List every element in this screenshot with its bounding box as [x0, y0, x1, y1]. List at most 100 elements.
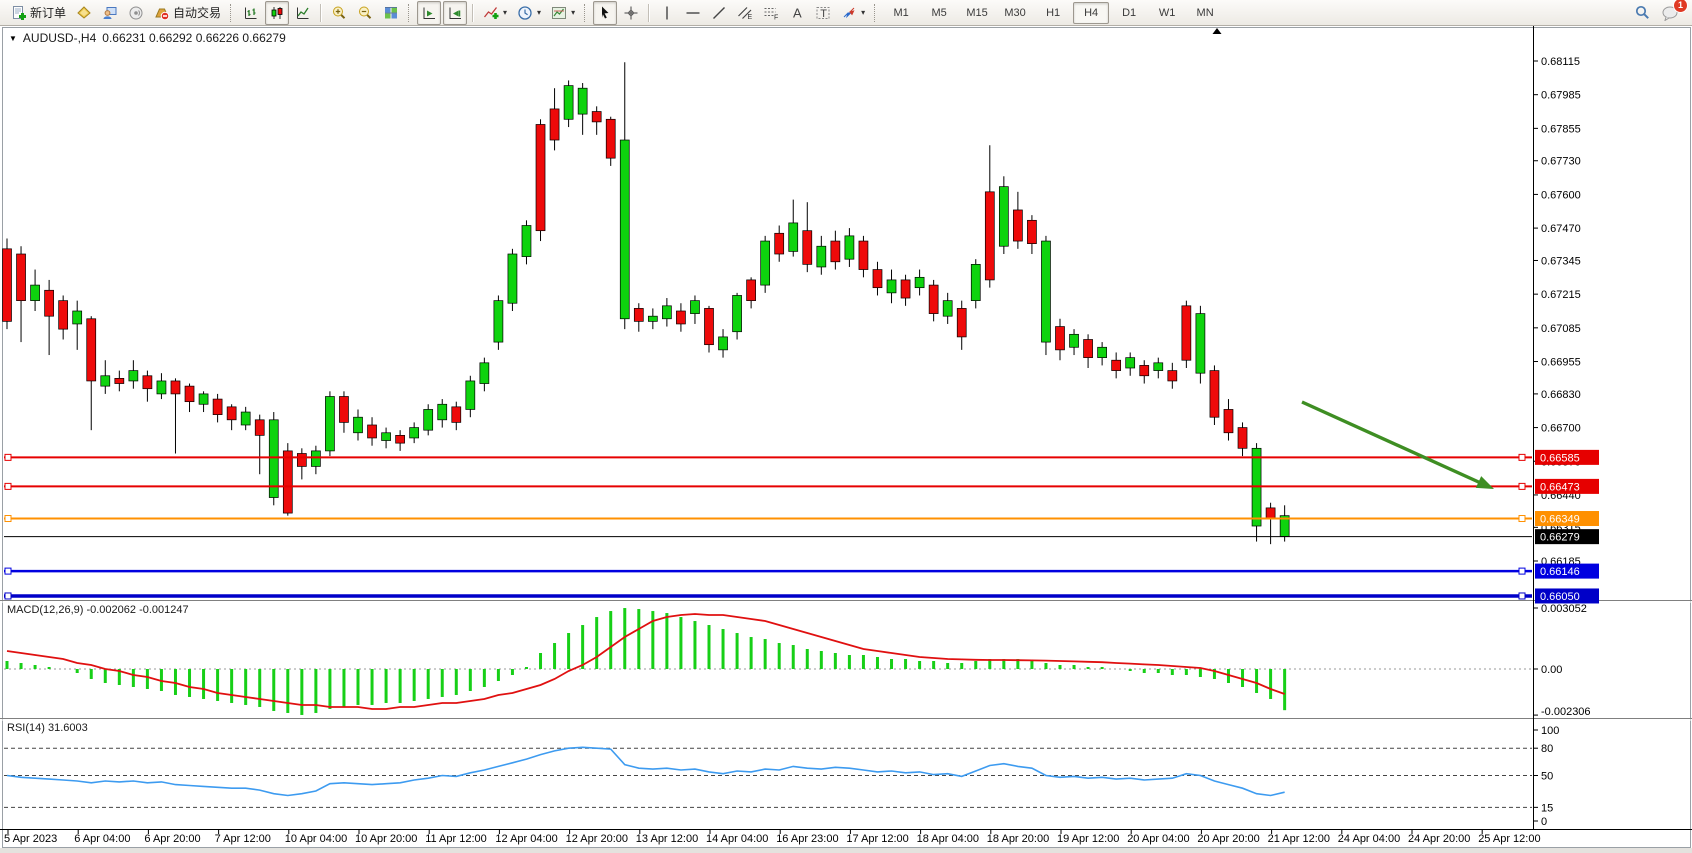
text-label-icon: T: [815, 5, 831, 21]
line-anchor-marker[interactable]: [5, 454, 11, 460]
candle-body: [845, 236, 854, 259]
candle-body: [550, 109, 559, 140]
candle-body: [1154, 363, 1163, 371]
auto-scroll-button[interactable]: [417, 1, 441, 25]
price-line-label: 0.66050: [1540, 591, 1580, 603]
candle-body: [171, 381, 180, 394]
candle-body: [620, 140, 629, 319]
candlestick-chart-button[interactable]: [265, 1, 289, 25]
bar-chart-button[interactable]: [239, 1, 263, 25]
chart-canvas[interactable]: 0.681150.679850.678550.677300.676000.674…: [0, 26, 1692, 853]
timeframe-button-m30[interactable]: M30: [997, 2, 1033, 24]
svg-text:F: F: [774, 14, 778, 21]
timeframe-button-m15[interactable]: M15: [959, 2, 995, 24]
candle-body: [705, 308, 714, 344]
fibonacci-button[interactable]: F: [759, 1, 783, 25]
timeframe-button-mn[interactable]: MN: [1187, 2, 1223, 24]
candle-body: [1098, 347, 1107, 357]
candle-body: [985, 192, 994, 280]
price-tick-label: 0.67470: [1541, 223, 1581, 235]
chart-dropdown-icon[interactable]: ▼: [9, 34, 17, 43]
auto-scroll-icon: [421, 5, 437, 21]
horizontal-line-button[interactable]: [681, 1, 705, 25]
periods-button[interactable]: ▾: [513, 1, 545, 25]
price-tick-label: 0.67345: [1541, 255, 1581, 267]
terminal-person-icon: [102, 5, 118, 21]
ohlc-bars-icon: [243, 5, 259, 21]
indicators-button[interactable]: ▾: [479, 1, 511, 25]
line-anchor-marker[interactable]: [5, 483, 11, 489]
cursor-button[interactable]: [593, 1, 617, 25]
crosshair-icon: [623, 5, 639, 21]
new-order-button[interactable]: 新订单: [7, 1, 70, 25]
crosshair-button[interactable]: [619, 1, 643, 25]
text-button[interactable]: A: [785, 1, 809, 25]
candle-body: [185, 386, 194, 402]
chart-shift-button[interactable]: [443, 1, 467, 25]
price-tick-label: 0.67215: [1541, 289, 1581, 301]
timeframe-button-h4[interactable]: H4: [1073, 2, 1109, 24]
community-button[interactable]: [124, 1, 148, 25]
candle-body: [73, 311, 82, 324]
candle-body: [410, 428, 419, 438]
line-anchor-marker[interactable]: [5, 568, 11, 574]
line-anchor-marker[interactable]: [1519, 483, 1525, 489]
market-watch-button[interactable]: [72, 1, 96, 25]
signal-circle-icon: [128, 5, 144, 21]
channel-button[interactable]: E: [733, 1, 757, 25]
candle-body: [255, 420, 264, 436]
line-anchor-marker[interactable]: [1519, 568, 1525, 574]
candle-body: [662, 306, 671, 319]
candle-body: [915, 277, 924, 287]
timeframe-button-d1[interactable]: D1: [1111, 2, 1147, 24]
trendline-button[interactable]: [707, 1, 731, 25]
candle-body: [536, 124, 545, 230]
toolbar: 新订单: [0, 0, 1692, 26]
candle-body: [466, 381, 475, 409]
shapes-button[interactable]: ▾: [837, 1, 869, 25]
timeframe-button-m1[interactable]: M1: [883, 2, 919, 24]
candle-body: [494, 301, 503, 342]
zoom-in-button[interactable]: [327, 1, 351, 25]
time-tick-label: 18 Apr 04:00: [917, 833, 979, 845]
vertical-line-button[interactable]: [655, 1, 679, 25]
line-anchor-marker[interactable]: [5, 593, 11, 599]
vertical-line-icon: [659, 5, 675, 21]
candle-body: [1056, 327, 1065, 350]
notifications-button[interactable]: 1: [1657, 1, 1683, 25]
chart-background[interactable]: [0, 26, 1692, 848]
rsi-tick-label: 15: [1541, 802, 1553, 814]
zoom-out-button[interactable]: [353, 1, 377, 25]
candle-body: [1070, 334, 1079, 347]
gold-chip-icon: [76, 5, 92, 21]
candle-body: [101, 376, 110, 386]
candle-body: [1224, 409, 1233, 432]
text-a-icon: A: [789, 5, 805, 21]
text-label-button[interactable]: T: [811, 1, 835, 25]
line-anchor-marker[interactable]: [5, 516, 11, 522]
candle-body: [1266, 508, 1275, 518]
candle-body: [199, 394, 208, 404]
line-anchor-marker[interactable]: [1519, 454, 1525, 460]
candle-body: [690, 301, 699, 314]
search-button[interactable]: [1630, 1, 1655, 25]
candle-body: [325, 396, 334, 450]
macd-tick-label: 0.003052: [1541, 603, 1587, 615]
candle-body: [438, 404, 447, 420]
zoom-out-icon: [357, 5, 373, 21]
timeframe-group: M1M5M15M30H1H4D1W1MN: [882, 2, 1224, 24]
timeframe-button-w1[interactable]: W1: [1149, 2, 1185, 24]
tile-windows-button[interactable]: [379, 1, 403, 25]
autotrading-button[interactable]: 自动交易: [150, 1, 225, 25]
line-anchor-marker[interactable]: [1519, 593, 1525, 599]
candle-body: [634, 308, 643, 321]
candle-body: [1140, 365, 1149, 375]
strategy-tester-button[interactable]: [98, 1, 122, 25]
templates-button[interactable]: ▾: [547, 1, 579, 25]
line-anchor-marker[interactable]: [1519, 516, 1525, 522]
indicators-icon: [483, 5, 499, 21]
timeframe-button-h1[interactable]: H1: [1035, 2, 1071, 24]
candle-body: [480, 363, 489, 384]
timeframe-button-m5[interactable]: M5: [921, 2, 957, 24]
line-chart-button[interactable]: [291, 1, 315, 25]
